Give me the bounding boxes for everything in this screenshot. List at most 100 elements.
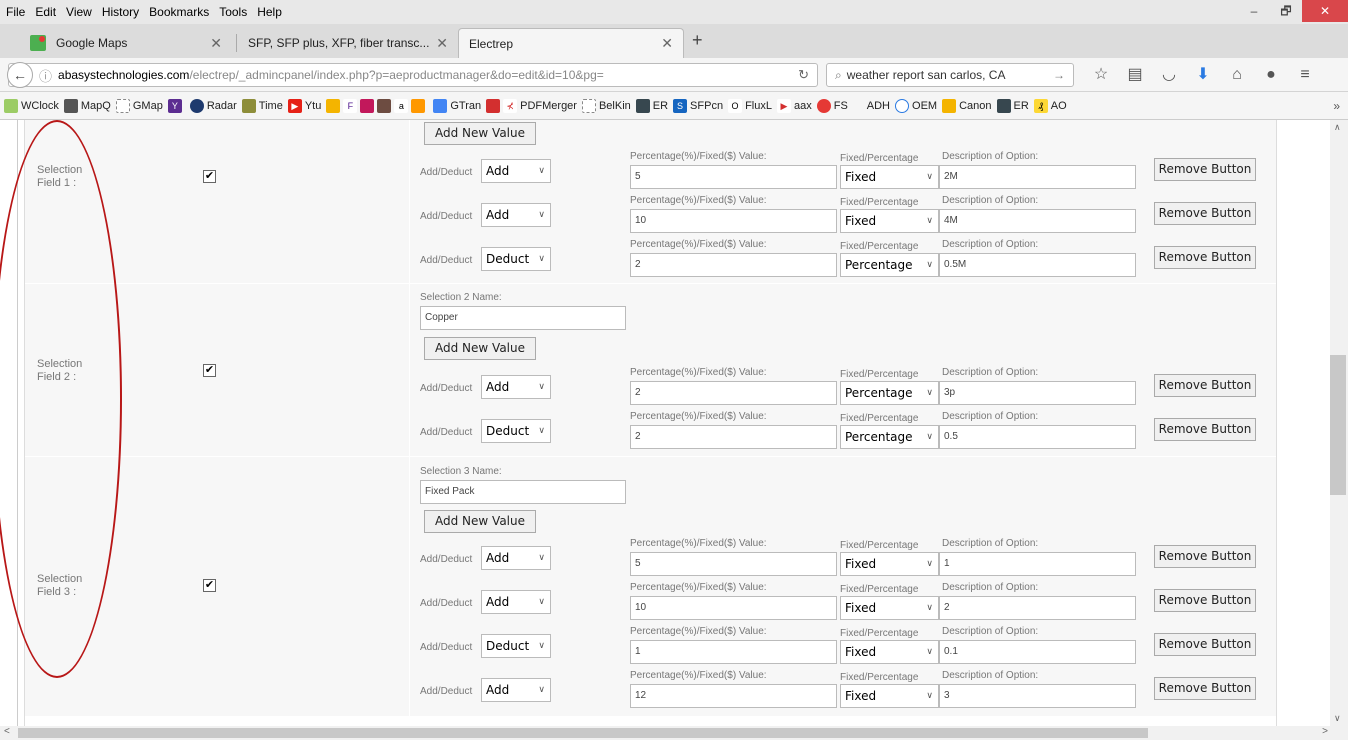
value-input[interactable]: 2 [630, 253, 837, 277]
bookmark-mapq[interactable]: MapQ [63, 98, 111, 113]
bookmark-fs[interactable]: FS [816, 98, 848, 113]
field-checkbox[interactable]: ✔ [203, 364, 216, 377]
close-tab-icon[interactable]: ✕ [436, 35, 448, 52]
add-deduct-select[interactable]: Deduct ∨ [481, 634, 551, 658]
fixed-percentage-select[interactable]: Percentage ∨ [840, 381, 939, 405]
menu-help[interactable]: Help [257, 5, 282, 19]
fixed-percentage-select[interactable]: Fixed ∨ [840, 165, 939, 189]
horizontal-scrollbar[interactable]: < > [0, 726, 1348, 740]
remove-button[interactable]: Remove Button [1154, 202, 1256, 225]
reading-list-icon[interactable]: ▤ [1118, 63, 1152, 87]
bookmark-er[interactable]: ER [635, 98, 668, 113]
remove-button[interactable]: Remove Button [1154, 589, 1256, 612]
add-deduct-select[interactable]: Add ∨ [481, 203, 551, 227]
scroll-up-icon[interactable]: ∧ [1334, 122, 1341, 133]
bookmark-gmap[interactable]: GMap [115, 98, 163, 113]
bookmark-gtran[interactable]: GTran [433, 98, 481, 113]
search-input[interactable]: weather report san carlos, CA [847, 68, 1006, 82]
description-input[interactable]: 3 [939, 684, 1136, 708]
close-button[interactable]: ✕ [1302, 0, 1348, 22]
value-input[interactable]: 2 [630, 425, 837, 449]
bookmark-adh[interactable]: ADH [867, 100, 890, 112]
remove-button[interactable]: Remove Button [1154, 246, 1256, 269]
star-icon[interactable]: ☆ [1084, 63, 1118, 87]
add-deduct-select[interactable]: Add ∨ [481, 159, 551, 183]
bookmark-wclock[interactable]: WClock [4, 98, 59, 113]
description-input[interactable]: 0.5 [939, 425, 1136, 449]
bookmark-radar[interactable]: Radar [189, 98, 237, 113]
bookmark-sfpcn[interactable]: S SFPcn [673, 98, 723, 113]
close-tab-icon[interactable]: ✕ [661, 35, 673, 52]
scroll-right-icon[interactable]: > [1322, 726, 1328, 737]
value-input[interactable]: 5 [630, 165, 837, 189]
add-deduct-select[interactable]: Deduct ∨ [481, 419, 551, 443]
search-bar[interactable]: ⌕ weather report san carlos, CA → [826, 63, 1074, 87]
fixed-percentage-select[interactable]: Fixed ∨ [840, 552, 939, 576]
description-input[interactable]: 1 [939, 552, 1136, 576]
add-deduct-select[interactable]: Add ∨ [481, 375, 551, 399]
menu-icon[interactable]: ≡ [1288, 63, 1322, 87]
remove-button[interactable]: Remove Button [1154, 418, 1256, 441]
fixed-percentage-select[interactable]: Percentage ∨ [840, 425, 939, 449]
vertical-scrollbar[interactable]: ∧ ∨ [1330, 120, 1348, 726]
add-new-value-button[interactable]: Add New Value [424, 122, 536, 145]
search-go-arrow-icon[interactable]: → [1053, 68, 1065, 82]
fixed-percentage-select[interactable]: Fixed ∨ [840, 596, 939, 620]
field-checkbox[interactable]: ✔ [203, 579, 216, 592]
add-deduct-select[interactable]: Add ∨ [481, 546, 551, 570]
value-input[interactable]: 5 [630, 552, 837, 576]
remove-button[interactable]: Remove Button [1154, 545, 1256, 568]
remove-button[interactable]: Remove Button [1154, 633, 1256, 656]
bookmark-ytu[interactable]: ▶ Ytu [287, 98, 321, 113]
menu-history[interactable]: History [102, 5, 139, 19]
scrollbar-thumb[interactable] [1330, 355, 1346, 495]
download-icon[interactable]: ⬇ [1186, 63, 1220, 87]
menu-view[interactable]: View [66, 5, 92, 19]
back-arrow-icon[interactable]: ← [7, 62, 33, 88]
new-tab-button[interactable]: + [692, 30, 703, 51]
close-tab-icon[interactable]: ✕ [210, 35, 222, 52]
add-deduct-select[interactable]: Add ∨ [481, 678, 551, 702]
url-bar[interactable]: ← ⓘ abasystechnologies.com/electrep/_adm… [7, 62, 818, 88]
selection-name-input[interactable]: Fixed Pack [420, 480, 626, 504]
tab-google-maps[interactable]: Google Maps ✕ [20, 28, 232, 58]
description-input[interactable]: 0.5M [939, 253, 1136, 277]
bookmark-fluxl[interactable]: O FluxL [728, 98, 772, 113]
menu-file[interactable]: File [6, 5, 25, 19]
info-icon[interactable]: ⓘ [39, 66, 52, 85]
menu-edit[interactable]: Edit [35, 5, 56, 19]
description-input[interactable]: 0.1 [939, 640, 1136, 664]
restore-button[interactable]: 🗗 [1270, 0, 1302, 22]
menu-tools[interactable]: Tools [219, 5, 247, 19]
bookmark-belkin[interactable]: BelKin [581, 98, 631, 113]
value-input[interactable]: 10 [630, 596, 837, 620]
description-input[interactable]: 2 [939, 596, 1136, 620]
minimize-button[interactable]: – [1238, 0, 1270, 22]
chat-icon[interactable]: ● [1254, 63, 1288, 87]
menu-bookmarks[interactable]: Bookmarks [149, 5, 209, 19]
bookmark-canon[interactable]: Canon [942, 98, 992, 113]
bookmark-pdfmerger[interactable]: ⊀ PDFMerger [486, 98, 577, 113]
value-input[interactable]: 1 [630, 640, 837, 664]
bookmark-misc[interactable]: Fa [326, 98, 428, 113]
selection-name-input[interactable]: Copper [420, 306, 626, 330]
add-new-value-button[interactable]: Add New Value [424, 337, 536, 360]
bookmark-er2[interactable]: ER [996, 98, 1029, 113]
remove-button[interactable]: Remove Button [1154, 374, 1256, 397]
bookmark-time[interactable]: Time [241, 98, 283, 113]
remove-button[interactable]: Remove Button [1154, 158, 1256, 181]
bookmark-aax[interactable]: ▶ aax [776, 98, 812, 113]
fixed-percentage-select[interactable]: Fixed ∨ [840, 640, 939, 664]
scroll-down-icon[interactable]: ∨ [1334, 713, 1341, 724]
scroll-left-icon[interactable]: < [4, 726, 10, 737]
add-deduct-select[interactable]: Add ∨ [481, 590, 551, 614]
description-input[interactable]: 3p [939, 381, 1136, 405]
more-bookmarks-icon[interactable]: » [1333, 99, 1340, 113]
value-input[interactable]: 12 [630, 684, 837, 708]
pocket-icon[interactable]: ◡ [1152, 63, 1186, 87]
remove-button[interactable]: Remove Button [1154, 677, 1256, 700]
field-checkbox[interactable]: ✔ [203, 170, 216, 183]
tab-sfp[interactable]: SFP, SFP plus, XFP, fiber transc... ✕ [238, 28, 458, 58]
description-input[interactable]: 2M [939, 165, 1136, 189]
add-deduct-select[interactable]: Deduct ∨ [481, 247, 551, 271]
